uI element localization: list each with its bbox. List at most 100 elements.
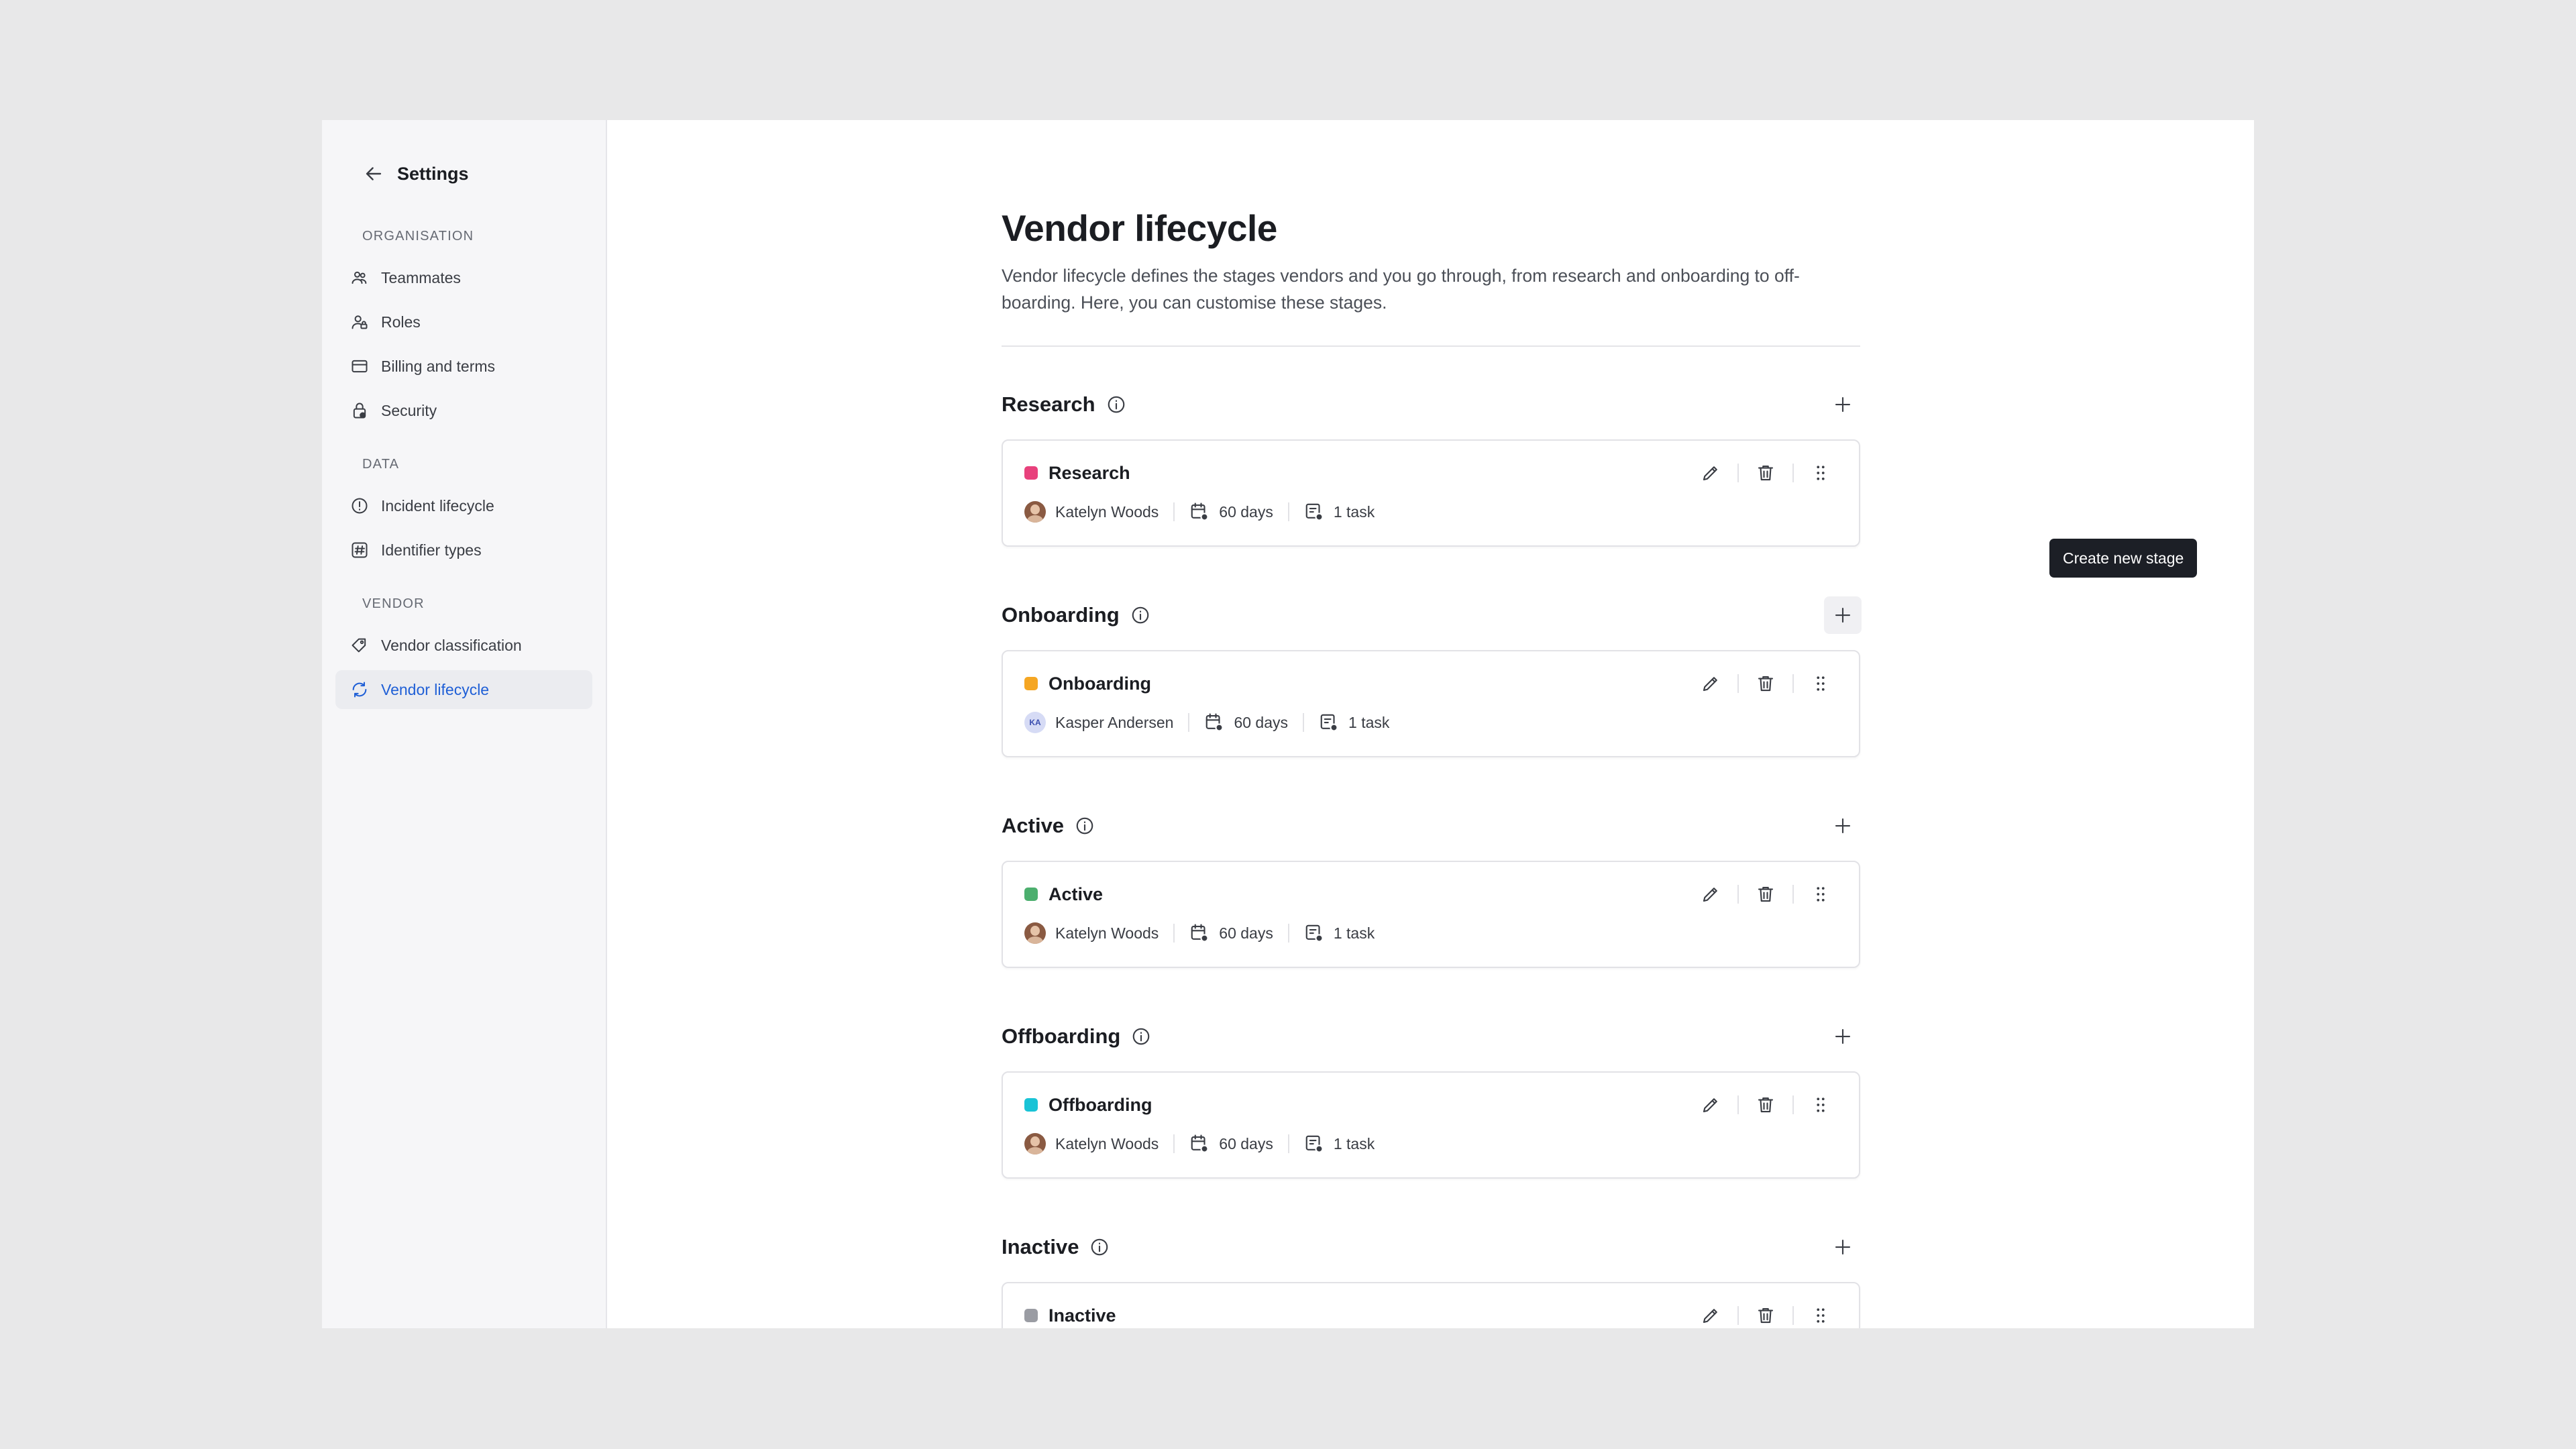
tasks-text: 1 task [1333, 924, 1375, 942]
pencil-icon [1703, 888, 1717, 902]
info-icon[interactable] [1089, 1237, 1110, 1257]
duration-text: 60 days [1234, 713, 1289, 731]
sidebar-item-vendor-classification[interactable]: Vendor classification [335, 626, 592, 665]
info-icon[interactable] [1106, 394, 1126, 415]
meta-divider [1303, 713, 1305, 732]
sidebar-item-teammates[interactable]: Teammates [335, 258, 592, 297]
sidebar-item-roles[interactable]: Roles [335, 303, 592, 341]
action-divider [1737, 674, 1739, 693]
drag-handle[interactable] [1804, 458, 1837, 488]
back-to-settings-button[interactable]: Settings [362, 147, 592, 201]
stage-group-inactive: Inactive Inactive [1002, 1226, 1860, 1328]
group-title-text: Offboarding [1002, 1024, 1121, 1048]
stage-card[interactable]: Offboarding Katelyn Woods 60 days 1 task [1002, 1071, 1860, 1179]
avatar [1024, 501, 1046, 523]
drag-handle[interactable] [1804, 879, 1837, 909]
stage-color-dot [1024, 1309, 1038, 1322]
drag-dots-icon [1817, 676, 1825, 691]
back-label: Settings [397, 163, 469, 184]
stage-card[interactable]: Onboarding KA Kasper Andersen 60 days 1 … [1002, 650, 1860, 757]
classification-icon [352, 638, 366, 653]
roles-icon [352, 315, 368, 329]
stage-tasks: 1 task [1304, 923, 1375, 943]
owner-name: Katelyn Woods [1055, 1134, 1159, 1152]
duration-text: 60 days [1219, 924, 1273, 942]
stage-name-text: Offboarding [1049, 1094, 1152, 1115]
stage-name: Offboarding [1024, 1095, 1152, 1116]
edit-stage-button[interactable] [1694, 879, 1727, 909]
stage-card[interactable]: Research Katelyn Woods 60 days 1 task [1002, 439, 1860, 547]
edit-stage-button[interactable] [1694, 1090, 1727, 1120]
tasks-text: 1 task [1333, 1134, 1375, 1152]
delete-stage-button[interactable] [1749, 669, 1782, 698]
stage-group-research: Research Research Katelyn Woods 60 days … [1002, 383, 1860, 547]
action-divider [1792, 674, 1794, 693]
incident-icon [352, 498, 368, 514]
avatar [1024, 922, 1046, 944]
lifecycle-icon [352, 682, 367, 698]
stage-owner: KA Kasper Andersen [1024, 712, 1173, 733]
drag-dots-icon [1817, 887, 1825, 902]
stage-owner: Katelyn Woods [1024, 1133, 1159, 1155]
edit-stage-button[interactable] [1694, 669, 1727, 698]
action-divider [1792, 885, 1794, 904]
sidebar-item-incident-lifecycle[interactable]: Incident lifecycle [335, 486, 592, 525]
divider [1002, 345, 1860, 347]
add-stage-button[interactable] [1824, 386, 1862, 423]
owner-name: Kasper Andersen [1055, 713, 1174, 731]
plus-icon [1835, 396, 1851, 413]
plus-icon [1835, 1239, 1851, 1255]
owner-name: Katelyn Woods [1055, 502, 1159, 521]
sidebar-item-identifier-types[interactable]: Identifier types [335, 531, 592, 570]
info-icon[interactable] [1075, 816, 1095, 836]
drag-handle[interactable] [1804, 669, 1837, 698]
billing-icon [352, 360, 368, 373]
add-stage-button[interactable] [1824, 596, 1862, 634]
stage-duration: 60 days [1189, 1134, 1273, 1154]
action-divider [1792, 1095, 1794, 1114]
stage-duration: 60 days [1204, 712, 1288, 733]
stage-name-text: Research [1049, 462, 1130, 483]
section-label-organisation: ORGANISATION [362, 229, 474, 244]
meta-divider [1287, 1134, 1289, 1153]
delete-stage-button[interactable] [1749, 879, 1782, 909]
drag-handle[interactable] [1804, 1090, 1837, 1120]
group-title: Inactive [1002, 1235, 1110, 1259]
group-title-text: Onboarding [1002, 603, 1120, 627]
calendar-clock-icon [1206, 713, 1224, 732]
meta-divider [1173, 1134, 1175, 1153]
edit-stage-button[interactable] [1694, 1301, 1727, 1328]
duration-text: 60 days [1219, 1134, 1273, 1152]
sidebar-item-security[interactable]: Security [335, 391, 592, 430]
meta-divider [1287, 502, 1289, 521]
plus-icon [1835, 1028, 1851, 1044]
add-stage-button[interactable] [1824, 1228, 1862, 1266]
delete-stage-button[interactable] [1749, 1090, 1782, 1120]
add-stage-button[interactable] [1824, 1018, 1862, 1055]
info-icon[interactable] [1131, 1026, 1151, 1046]
sidebar-item-vendor-lifecycle[interactable]: Vendor lifecycle [335, 670, 592, 709]
calendar-clock-icon [1191, 502, 1209, 521]
add-stage-button[interactable] [1824, 807, 1862, 845]
group-title-text: Active [1002, 814, 1065, 837]
stage-color-dot [1024, 466, 1038, 480]
delete-stage-button[interactable] [1749, 458, 1782, 488]
delete-stage-button[interactable] [1749, 1301, 1782, 1328]
stage-owner: Katelyn Woods [1024, 501, 1159, 523]
drag-dots-icon [1817, 466, 1825, 480]
stage-card[interactable]: Active Katelyn Woods 60 days 1 task [1002, 861, 1860, 968]
action-divider [1792, 1306, 1794, 1325]
sidebar-item-billing-and-terms[interactable]: Billing and terms [335, 347, 592, 386]
drag-handle[interactable] [1804, 1301, 1837, 1328]
meta-divider [1287, 924, 1289, 943]
pencil-icon [1703, 677, 1717, 692]
edit-stage-button[interactable] [1694, 458, 1727, 488]
info-icon[interactable] [1130, 605, 1150, 625]
stage-name-text: Active [1049, 883, 1104, 904]
stage-name: Onboarding [1024, 674, 1151, 694]
stage-card[interactable]: Inactive [1002, 1282, 1860, 1328]
security-icon [353, 402, 366, 419]
pencil-icon [1703, 466, 1717, 481]
settings-window: Settings ORGANISATION Teammates Roles Bi… [322, 120, 2254, 1328]
sidebar: Settings ORGANISATION Teammates Roles Bi… [322, 120, 607, 1328]
